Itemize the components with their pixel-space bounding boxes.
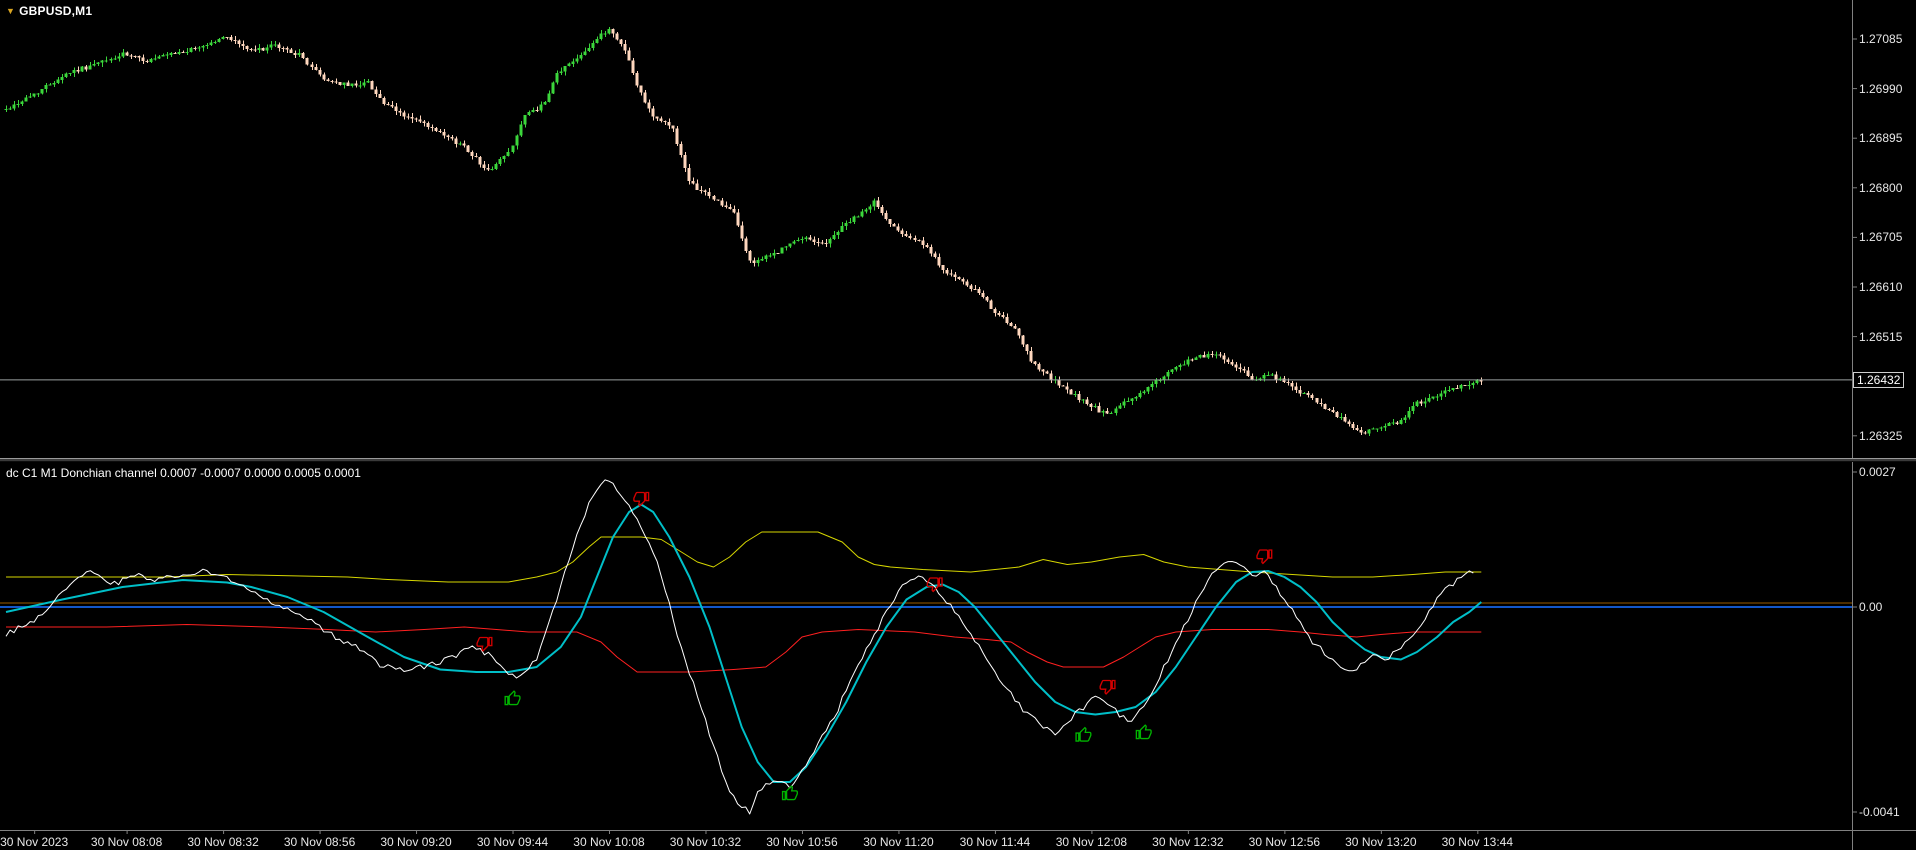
price-axis-label: 1.26895	[1859, 131, 1903, 146]
price-axis-label: 1.26800	[1859, 180, 1903, 195]
price-axis-label: 1.27085	[1859, 32, 1903, 46]
time-axis-label[interactable]: 30 Nov 12:32	[1152, 835, 1223, 849]
window-splitter[interactable]	[0, 458, 1916, 462]
time-axis-label[interactable]: 30 Nov 13:44	[1442, 835, 1513, 849]
time-axis-label[interactable]: 30 Nov 10:32	[670, 835, 741, 849]
time-axis: 30 Nov 2023 30 Nov 08:08 30 Nov 08:32 30 No…	[0, 835, 1916, 850]
time-axis-label[interactable]: 30 Nov 11:20	[863, 835, 934, 849]
time-axis-label[interactable]: 30 Nov 12:08	[1056, 835, 1127, 849]
indicator-legend: dc C1 M1 Donchian channel 0.0007 -0.0007…	[6, 466, 361, 480]
time-axis-label[interactable]: 30 Nov 2023	[0, 835, 68, 849]
price-axis-label: 1.26705	[1859, 230, 1903, 245]
time-axis-label[interactable]: 30 Nov 09:20	[380, 835, 451, 849]
price-axis-label: 1.26990	[1859, 81, 1903, 96]
time-axis-label[interactable]: 30 Nov 11:44	[960, 835, 1031, 849]
indicator-axis-label: 0.0027	[1859, 465, 1896, 479]
time-axis-label[interactable]: 30 Nov 10:56	[766, 835, 837, 849]
time-axis-label[interactable]: 30 Nov 13:20	[1345, 835, 1416, 849]
time-axis-label[interactable]: 30 Nov 08:32	[187, 835, 258, 849]
indicator-subwindow[interactable]	[0, 462, 1852, 830]
time-axis-label[interactable]: 30 Nov 12:56	[1249, 835, 1320, 849]
indicator-axis-label: -0.0041	[1859, 805, 1900, 819]
time-axis-label[interactable]: 30 Nov 08:56	[284, 835, 355, 849]
time-axis-label[interactable]: 30 Nov 09:44	[477, 835, 548, 849]
symbol-name: GBPUSD,M1	[19, 4, 93, 18]
price-axis: 1.26432 1.27085 1.26990 1.26895 1.26800 1.26…	[1853, 0, 1916, 850]
symbol-label: ▼ GBPUSD,M1	[6, 4, 92, 18]
current-price-label: 1.26432	[1853, 371, 1905, 388]
main-chart-area[interactable]	[0, 0, 1852, 458]
price-axis-label: 1.26610	[1859, 279, 1903, 294]
time-axis-label[interactable]: 30 Nov 10:08	[573, 835, 644, 849]
trading-chart-window: ▼ GBPUSD,M1 dc C1 M1 Donchian channel 0.0…	[0, 0, 1916, 850]
symbol-dropdown-icon: ▼	[6, 6, 16, 16]
time-axis-label[interactable]: 30 Nov 08:08	[91, 835, 162, 849]
indicator-axis-label: 0.00	[1859, 600, 1883, 614]
price-axis-label: 1.26515	[1859, 329, 1903, 344]
price-axis-label: 1.26325	[1859, 428, 1903, 443]
